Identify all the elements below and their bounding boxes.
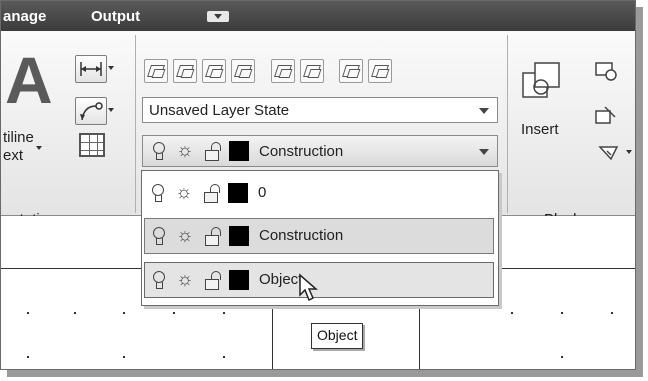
current-layer-name: Construction <box>259 143 344 160</box>
layer-dropdown[interactable]: ☼ Construction <box>142 135 498 167</box>
linear-dimension-icon <box>80 62 102 76</box>
panel-divider <box>135 35 136 213</box>
off-icon[interactable] <box>300 59 324 83</box>
color-swatch <box>228 183 248 203</box>
freeze-icon[interactable] <box>271 59 295 83</box>
tab-manage[interactable]: anage <box>3 8 46 25</box>
dimension-dropdown-icon[interactable] <box>107 55 117 81</box>
sun-icon[interactable]: ☼ <box>175 141 195 161</box>
grid-dot <box>561 356 563 358</box>
match-icon[interactable] <box>339 59 363 83</box>
mouse-cursor-icon <box>299 273 318 302</box>
lightbulb-icon[interactable] <box>153 271 165 289</box>
attribute-dropdown-icon[interactable] <box>625 139 635 165</box>
grid-dot <box>561 312 563 314</box>
grid-dot <box>27 312 29 314</box>
dimension-button[interactable] <box>75 55 107 83</box>
layer-state-value: Unsaved Layer State <box>149 102 290 119</box>
sun-icon[interactable]: ☼ <box>174 183 194 203</box>
grid-dot <box>173 312 175 314</box>
panel-divider <box>507 35 508 213</box>
multileader-icon <box>80 102 103 121</box>
sun-icon[interactable]: ☼ <box>175 226 195 246</box>
grid-dot <box>27 356 29 358</box>
tab-output[interactable]: Output <box>91 8 140 25</box>
lightbulb-icon[interactable] <box>153 227 165 245</box>
grid-dot <box>223 356 225 358</box>
create-block-icon[interactable] <box>593 59 619 83</box>
lightbulb-icon[interactable] <box>153 142 165 160</box>
grid-dot <box>123 356 125 358</box>
mtext-label-line2: ext <box>3 147 24 164</box>
attribute-icon[interactable] <box>597 141 623 165</box>
multiline-text-icon[interactable]: A <box>5 47 53 113</box>
tooltip: Object <box>311 323 364 349</box>
grid-dot <box>511 312 513 314</box>
color-swatch <box>229 226 249 246</box>
leader-button[interactable] <box>75 97 107 125</box>
grid-dot <box>223 312 225 314</box>
unlock-icon[interactable] <box>205 227 221 246</box>
unisolate-icon[interactable] <box>231 59 255 83</box>
layer-name: Object <box>259 271 303 288</box>
leader-dropdown-icon[interactable] <box>107 97 117 123</box>
grid-dot <box>74 312 76 314</box>
edit-block-icon[interactable] <box>593 103 619 127</box>
unlock-icon[interactable] <box>204 184 220 203</box>
mtext-dropdown-icon[interactable] <box>35 135 45 161</box>
unlock-icon[interactable] <box>205 271 221 290</box>
ribbon-tab-bar: anage Output <box>1 1 635 31</box>
layer-name: 0 <box>258 184 267 201</box>
chevron-down-icon <box>479 149 489 155</box>
previous-icon[interactable] <box>368 59 392 83</box>
mtext-label-line1: tiline <box>3 129 34 146</box>
layer-name: Construction <box>259 227 344 244</box>
chevron-down-icon <box>479 108 489 114</box>
layer-list-item[interactable]: ☼ Construction <box>144 218 494 254</box>
layer-properties-icon[interactable] <box>144 59 168 83</box>
layer-state-dropdown[interactable]: Unsaved Layer State <box>142 97 498 123</box>
insert-label[interactable]: Insert <box>521 121 559 138</box>
layer-list-item[interactable]: ☼ 0 <box>144 175 494 211</box>
isolate-icon[interactable] <box>202 59 226 83</box>
layer-states-icon[interactable] <box>173 59 197 83</box>
lightbulb-icon[interactable] <box>152 184 164 202</box>
color-swatch <box>229 270 249 290</box>
color-swatch[interactable] <box>229 141 249 161</box>
unlock-icon[interactable] <box>205 142 221 161</box>
sun-icon[interactable]: ☼ <box>175 270 195 290</box>
application-window: anage Output A tiline ext Unsaved Layer … <box>0 0 636 370</box>
grid-dot <box>123 312 125 314</box>
grid-dot <box>611 312 613 314</box>
table-icon[interactable] <box>79 133 105 157</box>
menu-dropdown-icon[interactable] <box>207 11 229 22</box>
insert-block-icon[interactable] <box>519 59 563 101</box>
